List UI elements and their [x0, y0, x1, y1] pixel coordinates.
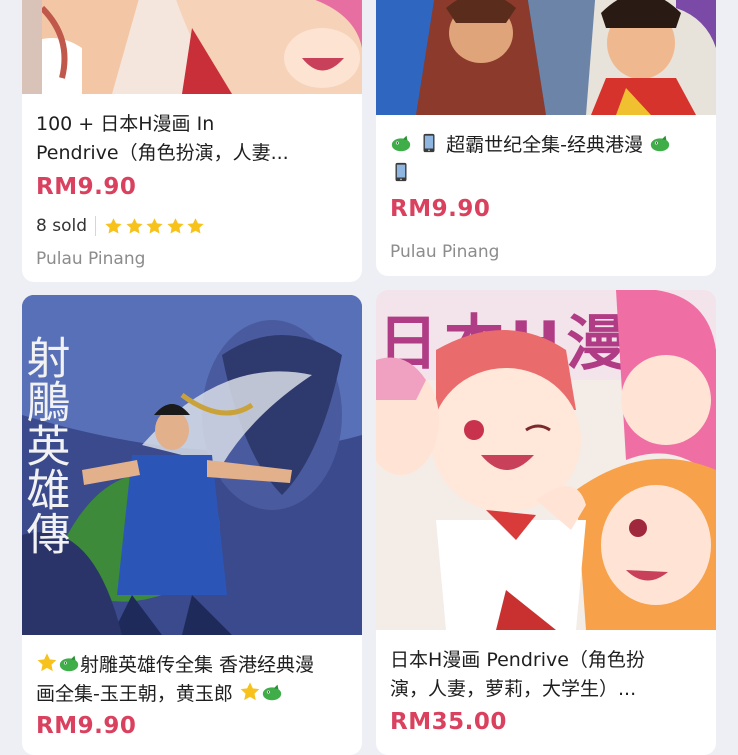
star-icon — [166, 217, 184, 234]
product-card-2[interactable]: 超霸世纪全集-经典港漫 RM9.90 Pulau Pinang — [376, 0, 716, 276]
product-title-2-text[interactable]: 超霸世纪全集-经典港漫 — [446, 134, 643, 156]
product-image-3[interactable]: 射鵰英雄傳 — [22, 295, 362, 635]
product-price-1: RM9.90 — [36, 174, 137, 200]
dragon-emoji-icon — [650, 135, 670, 152]
star-emoji-icon — [240, 682, 260, 701]
phone-emoji-icon — [423, 133, 435, 153]
product-price-3: RM9.90 — [36, 713, 137, 739]
product-location-1: Pulau Pinang — [36, 249, 146, 269]
product-image-1[interactable] — [22, 0, 362, 94]
product-price-4: RM35.00 — [390, 709, 507, 735]
product-title-1-line2[interactable]: Pendrive（角色扮演，人妻... — [36, 139, 350, 168]
star-emoji-icon — [37, 653, 57, 672]
product-title-4[interactable]: 日本H漫画 Pendrive（角色扮 — [390, 646, 704, 675]
product-location-2: Pulau Pinang — [390, 242, 500, 262]
product-title-4-line2[interactable]: 演，人妻，萝莉，大学生）... — [390, 675, 704, 704]
cover-calligraphy: 射鵰英雄傳 — [22, 335, 71, 555]
product-title-3[interactable]: 射雕英雄传全集 香港经典漫 画全集-玉王朝，黄玉郎 — [36, 651, 350, 709]
product-card-4[interactable]: 日本H漫画 日本H漫画 Pendrive（角色扮 演，人妻，萝莉，大学生）...… — [376, 290, 716, 755]
product-card-3[interactable]: 射鵰英雄傳 射雕英雄传全集 香港经典漫 画全集-玉王朝，黄玉郎 RM9.90 — [22, 295, 362, 755]
product-image-2[interactable] — [376, 0, 716, 115]
star-icon — [125, 217, 143, 234]
sold-count: 8 sold — [36, 216, 96, 236]
product-title-1[interactable]: 100 + 日本H漫画 In — [36, 110, 350, 139]
product-title-2[interactable]: 超霸世纪全集-经典港漫 — [390, 131, 704, 189]
rating-stars — [104, 217, 207, 236]
product-title-3-line2[interactable]: 画全集-玉王朝，黄玉郎 — [36, 683, 233, 705]
product-image-4[interactable]: 日本H漫画 — [376, 290, 716, 630]
product-price-2: RM9.90 — [390, 196, 491, 222]
star-icon — [146, 217, 163, 234]
dragon-emoji-icon — [262, 684, 282, 701]
dragon-emoji-icon — [59, 655, 79, 672]
product-card-1[interactable]: 100 + 日本H漫画 In Pendrive（角色扮演，人妻... RM9.9… — [22, 0, 362, 282]
phone-emoji-icon — [395, 162, 407, 182]
product-title-3-line1[interactable]: 射雕英雄传全集 香港经典漫 — [80, 654, 314, 676]
dragon-emoji-icon — [391, 135, 411, 152]
star-icon — [187, 217, 204, 234]
star-icon — [105, 217, 122, 234]
